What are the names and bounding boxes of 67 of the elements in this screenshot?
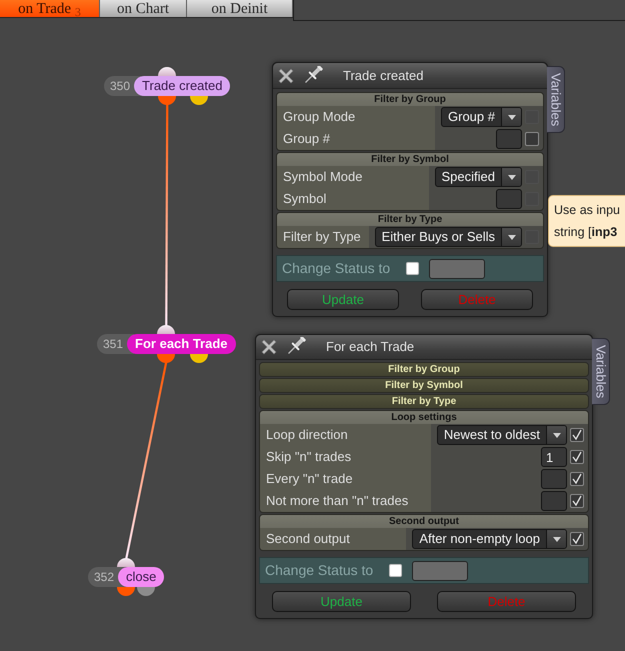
field-label: Second output xyxy=(260,528,406,550)
update-button[interactable]: Update xyxy=(286,289,400,310)
checkbox[interactable] xyxy=(389,564,402,577)
close-icon[interactable] xyxy=(261,339,277,355)
checkbox[interactable] xyxy=(525,132,539,146)
variables-tab[interactable]: Variables xyxy=(592,338,610,406)
section-header[interactable]: Filter by Symbol xyxy=(277,153,543,166)
caret-icon xyxy=(546,530,566,548)
tooltip-text: Use as inpu xyxy=(554,202,622,219)
block-label[interactable]: Trade created xyxy=(134,76,230,96)
panel-title: Trade created xyxy=(343,66,424,85)
output-port[interactable] xyxy=(117,587,136,596)
input-port[interactable] xyxy=(117,558,136,567)
checkbox[interactable] xyxy=(570,494,584,508)
checkbox[interactable] xyxy=(406,262,419,275)
section-header[interactable]: Loop settings xyxy=(260,411,588,424)
input-field[interactable] xyxy=(541,469,567,489)
status-label: Change Status to xyxy=(265,561,374,580)
input-field[interactable] xyxy=(496,189,522,209)
caret-icon xyxy=(546,426,566,444)
field-label: Filter by Type xyxy=(277,226,369,248)
status-field[interactable] xyxy=(412,560,468,580)
field-label: Group # xyxy=(277,128,436,150)
section-header[interactable]: Filter by Type xyxy=(260,395,588,408)
section-header[interactable]: Filter by Group xyxy=(277,93,543,106)
section-header[interactable]: Filter by Symbol xyxy=(260,379,588,392)
field-label: Loop direction xyxy=(260,424,431,446)
section-header[interactable]: Filter by Group xyxy=(260,363,588,376)
field-label: Symbol xyxy=(277,188,429,210)
block-label[interactable]: close xyxy=(118,567,164,587)
tab[interactable]: on Chart xyxy=(100,0,187,17)
dropdown[interactable]: After non-empty loop xyxy=(412,529,567,549)
output-port[interactable] xyxy=(158,96,176,105)
input-field[interactable]: 1 xyxy=(541,447,567,467)
status-field[interactable] xyxy=(429,258,485,278)
section-header[interactable]: Filter by Type xyxy=(277,213,543,226)
tab[interactable]: on Deinit xyxy=(187,0,293,17)
output-port[interactable] xyxy=(137,587,156,596)
status-label: Change Status to xyxy=(282,259,392,278)
field-label: Every "n" trade xyxy=(260,468,431,490)
dropdown[interactable]: Newest to oldest xyxy=(436,425,567,445)
close-icon[interactable] xyxy=(278,68,294,84)
checkbox[interactable] xyxy=(570,428,584,442)
field-label: Skip "n" trades xyxy=(260,446,431,468)
panel-title: For each Trade xyxy=(326,338,414,356)
caret-icon xyxy=(501,168,521,186)
input-field[interactable] xyxy=(541,491,567,511)
output-port[interactable] xyxy=(190,96,208,105)
checkbox[interactable] xyxy=(570,450,584,464)
input-port[interactable] xyxy=(158,67,176,76)
field-label: Not more than "n" trades xyxy=(260,490,431,512)
variables-tab[interactable]: Variables xyxy=(547,66,565,134)
tab[interactable]: on Trade $_{3}$ xyxy=(0,0,100,17)
input-port[interactable] xyxy=(157,325,176,334)
input-field[interactable] xyxy=(496,129,522,149)
block-label[interactable]: For each Trade xyxy=(127,334,236,354)
caret-icon xyxy=(501,108,521,126)
output-port[interactable] xyxy=(190,354,208,363)
caret-icon xyxy=(501,228,521,246)
field-label: Group Mode xyxy=(277,106,436,128)
tooltip-text: string [inp3 xyxy=(554,224,618,241)
checkbox[interactable] xyxy=(570,472,584,486)
update-button[interactable]: Update xyxy=(272,591,411,612)
output-port[interactable] xyxy=(157,354,176,363)
field-label: Symbol Mode xyxy=(277,166,429,188)
section-header[interactable]: Second output xyxy=(260,515,588,528)
checkbox[interactable] xyxy=(570,532,584,546)
